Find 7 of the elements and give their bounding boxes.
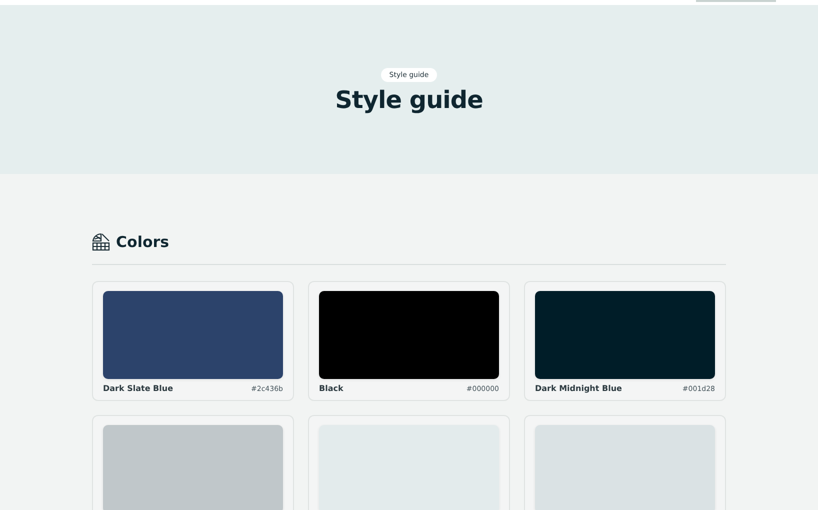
color-name: Dark Slate Blue xyxy=(103,384,173,393)
color-name: Black xyxy=(319,384,344,393)
button-edge[interactable] xyxy=(696,0,776,2)
page-title: Style guide xyxy=(335,86,483,114)
palette-icon xyxy=(92,233,110,251)
section-heading: Colors xyxy=(116,233,170,251)
color-name: Dark Midnight Blue xyxy=(535,384,622,393)
